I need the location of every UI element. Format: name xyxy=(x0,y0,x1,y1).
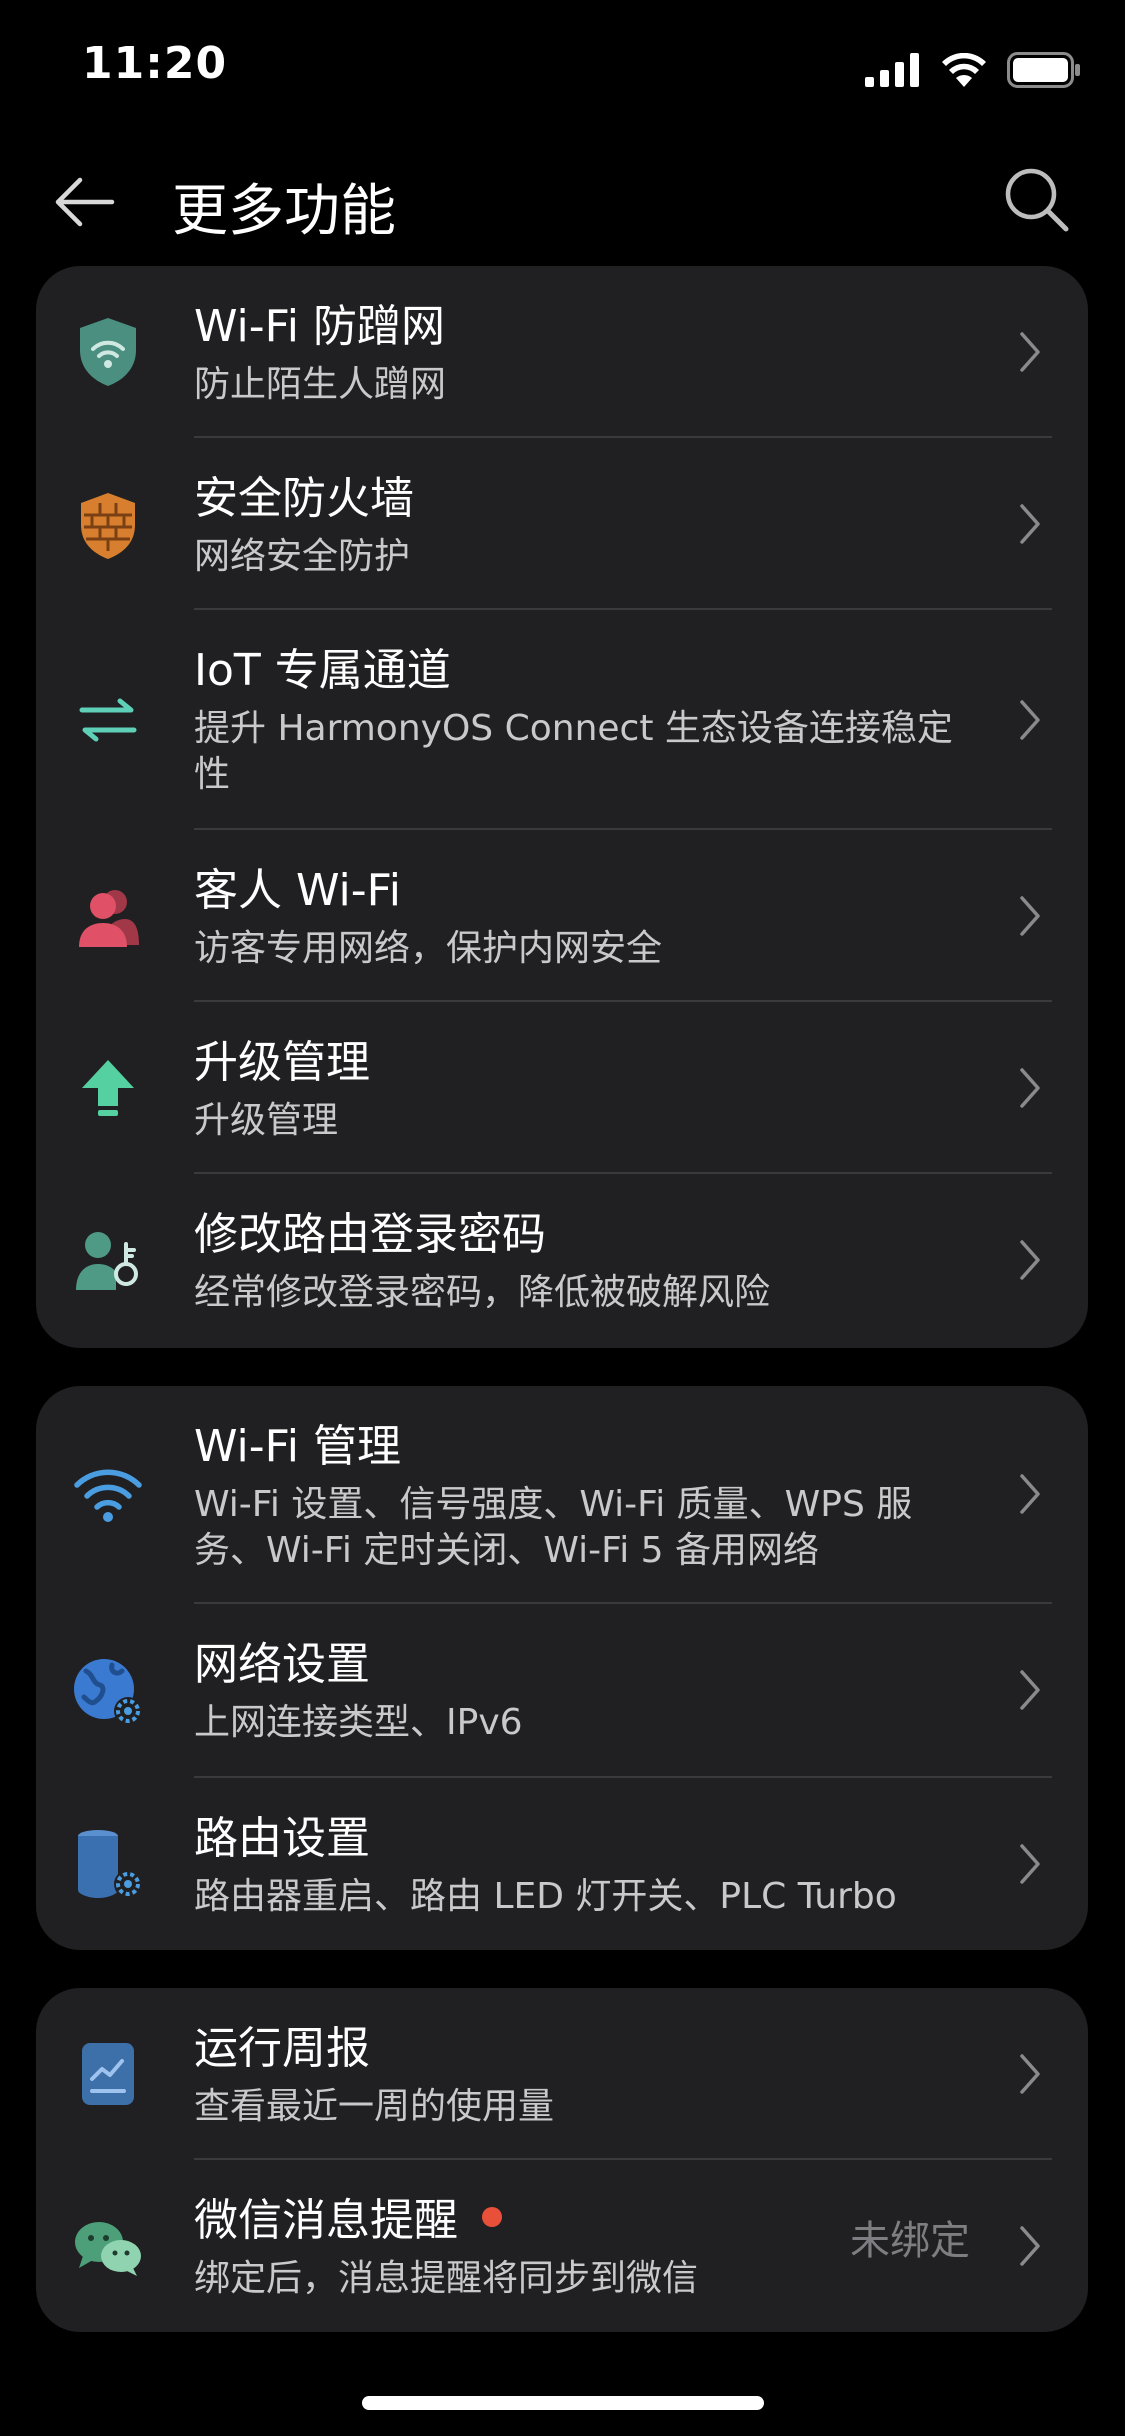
arrows-exchange-icon xyxy=(72,684,144,756)
chevron-right-icon xyxy=(1010,1058,1050,1118)
item-subtitle: 访客专用网络，保护内网安全 xyxy=(194,928,663,969)
chevron-right-icon xyxy=(1010,2216,1050,2276)
security-settings-card: Wi-Fi 防蹭网 防止陌生人蹭网 安全防火墙 网络安全防护 IoT 专属通道 … xyxy=(36,266,1088,1348)
globe-gear-icon xyxy=(72,1656,144,1728)
list-item-wechat-notification[interactable]: 微信消息提醒 绑定后，消息提醒将同步到微信 未绑定 xyxy=(36,2160,1088,2332)
battery-icon xyxy=(1007,52,1080,88)
item-title: IoT 专属通道 xyxy=(194,645,451,696)
item-subtitle: 提升 HarmonyOS Connect 生态设备连接稳定性 xyxy=(194,708,953,795)
search-icon xyxy=(1005,168,1069,232)
list-item-change-password[interactable]: 修改路由登录密码 经常修改登录密码，降低被破解风险 xyxy=(36,1174,1088,1348)
reports-card: 运行周报 查看最近一周的使用量 微信消息提醒 绑定后，消息提醒将同步到微信 未绑… xyxy=(36,1988,1088,2332)
wifi-status-icon xyxy=(942,53,986,87)
wifi-icon xyxy=(72,1458,144,1530)
guests-icon xyxy=(72,882,144,954)
header-bar: 更多功能 xyxy=(0,140,1125,260)
list-item-firewall[interactable]: 安全防火墙 网络安全防护 xyxy=(36,438,1088,610)
list-item-iot-channel[interactable]: IoT 专属通道 提升 HarmonyOS Connect 生态设备连接稳定性 xyxy=(36,610,1088,830)
binding-status: 未绑定 xyxy=(850,2218,970,2264)
list-item-wifi-anti-freeload[interactable]: Wi-Fi 防蹭网 防止陌生人蹭网 xyxy=(36,266,1088,438)
item-title: 安全防火墙 xyxy=(194,473,414,524)
status-time: 11:20 xyxy=(82,38,228,89)
network-settings-card: Wi-Fi 管理 Wi-Fi 设置、信号强度、Wi-Fi 质量、WPS 服务、W… xyxy=(36,1386,1088,1950)
item-subtitle: 上网连接类型、IPv6 xyxy=(194,1702,523,1743)
item-title: 微信消息提醒 xyxy=(194,2184,502,2248)
item-subtitle: 网络安全防护 xyxy=(194,536,411,577)
item-title: Wi-Fi 管理 xyxy=(194,1421,401,1472)
chevron-right-icon xyxy=(1010,1660,1050,1720)
item-title: 路由设置 xyxy=(194,1813,370,1864)
search-button[interactable] xyxy=(997,160,1077,240)
list-item-upgrade[interactable]: 升级管理 升级管理 xyxy=(36,1002,1088,1174)
chevron-right-icon xyxy=(1010,886,1050,946)
item-title: 网络设置 xyxy=(194,1639,370,1690)
status-icons xyxy=(865,48,1081,92)
wechat-icon xyxy=(72,2212,144,2284)
list-item-network-settings[interactable]: 网络设置 上网连接类型、IPv6 xyxy=(36,1604,1088,1778)
list-item-guest-wifi[interactable]: 客人 Wi-Fi 访客专用网络，保护内网安全 xyxy=(36,830,1088,1002)
report-chart-icon xyxy=(72,2038,144,2110)
chevron-right-icon xyxy=(1010,1834,1050,1894)
firewall-icon xyxy=(72,490,144,562)
item-title: 客人 Wi-Fi xyxy=(194,865,401,916)
item-subtitle: 防止陌生人蹭网 xyxy=(194,364,447,405)
chevron-right-icon xyxy=(1010,322,1050,382)
item-subtitle: 查看最近一周的使用量 xyxy=(194,2086,555,2127)
unread-badge-dot xyxy=(482,2207,502,2227)
item-subtitle: 升级管理 xyxy=(194,1100,339,1141)
list-item-weekly-report[interactable]: 运行周报 查看最近一周的使用量 xyxy=(36,1988,1088,2160)
back-arrow-icon xyxy=(55,177,115,227)
chevron-right-icon xyxy=(1010,690,1050,750)
item-title: 升级管理 xyxy=(194,1037,370,1088)
item-title: Wi-Fi 防蹭网 xyxy=(194,301,445,352)
user-key-icon xyxy=(72,1226,144,1298)
cellular-signal-icon xyxy=(865,53,919,87)
shield-wifi-icon xyxy=(72,316,144,388)
list-item-router-settings[interactable]: 路由设置 路由器重启、路由 LED 灯开关、PLC Turbo xyxy=(36,1778,1088,1950)
page-title: 更多功能 xyxy=(172,179,396,244)
chevron-right-icon xyxy=(1010,494,1050,554)
chevron-right-icon xyxy=(1010,2044,1050,2104)
item-title-text: 微信消息提醒 xyxy=(194,2195,458,2246)
status-bar: 11:20 xyxy=(0,0,1125,140)
router-gear-icon xyxy=(72,1828,144,1900)
item-title: 修改路由登录密码 xyxy=(194,1209,546,1260)
chevron-right-icon xyxy=(1010,1464,1050,1524)
item-subtitle: Wi-Fi 设置、信号强度、Wi-Fi 质量、WPS 服务、Wi-Fi 定时关闭… xyxy=(194,1484,913,1571)
item-subtitle: 路由器重启、路由 LED 灯开关、PLC Turbo xyxy=(194,1876,897,1917)
chevron-right-icon xyxy=(1010,1230,1050,1290)
item-subtitle: 经常修改登录密码，降低被破解风险 xyxy=(194,1272,771,1313)
item-title: 运行周报 xyxy=(194,2023,370,2074)
list-item-wifi-management[interactable]: Wi-Fi 管理 Wi-Fi 设置、信号强度、Wi-Fi 质量、WPS 服务、W… xyxy=(36,1386,1088,1604)
back-button[interactable] xyxy=(46,164,122,240)
home-indicator[interactable] xyxy=(362,2396,764,2410)
upgrade-arrow-icon xyxy=(72,1052,144,1124)
